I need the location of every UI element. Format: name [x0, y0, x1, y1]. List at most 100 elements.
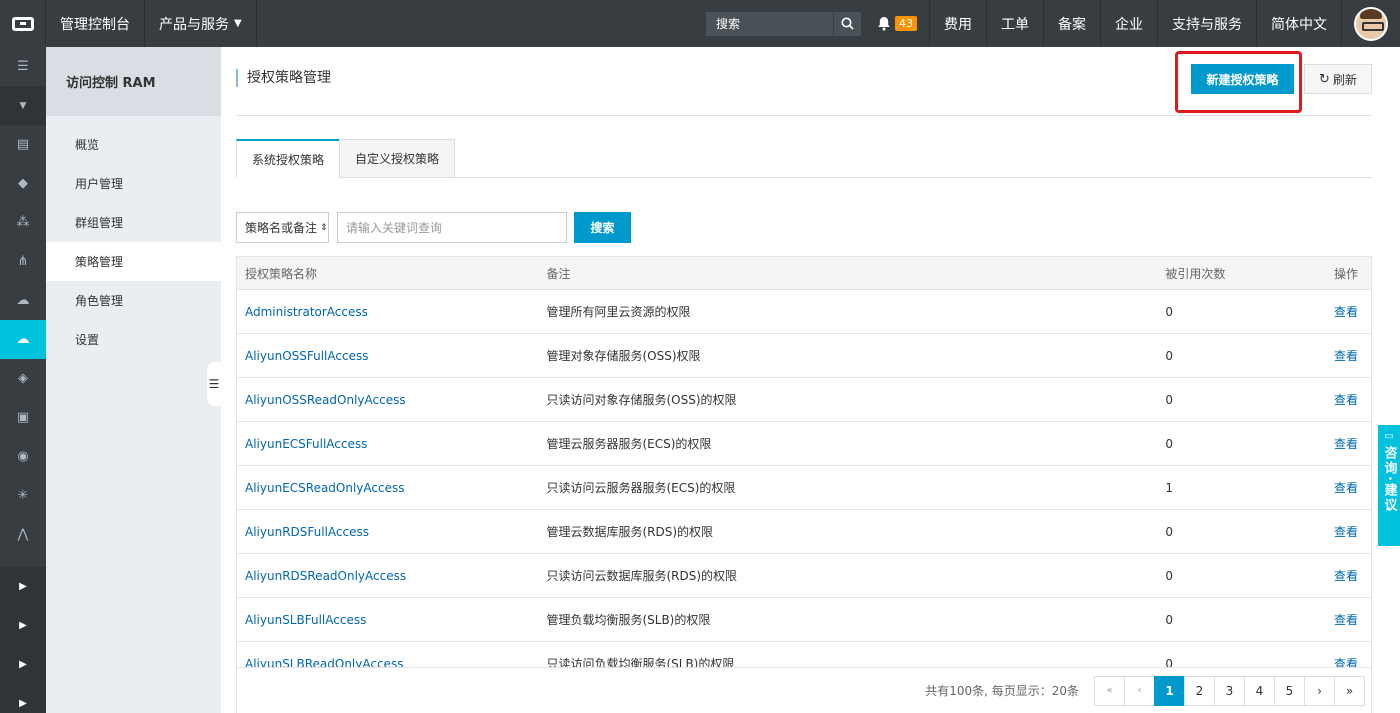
icon-rail: ☰ ▼ ▤ ◆ ⁂ ⋔ ☁ ☁ ◈ ▣ ◉ ✳ ⋀ ▶ ▶ ▶ ▶ — [0, 47, 46, 713]
search-field-select[interactable]: 策略名或备注 ⇕ — [236, 212, 329, 243]
nav-support[interactable]: 支持与服务 — [1158, 0, 1257, 47]
policy-name-link[interactable]: AdministratorAccess — [237, 305, 538, 319]
header-reference-count: 被引用次数 — [1165, 266, 1226, 281]
menu-toggle-icon[interactable]: ☰ — [0, 47, 46, 86]
nav-tickets[interactable]: 工单 — [987, 0, 1044, 47]
policy-note: 只读访问云数据库服务(RDS)的权限 — [546, 569, 738, 583]
server-icon[interactable]: ▤ — [0, 125, 46, 164]
bell-icon — [878, 17, 890, 31]
eye-icon[interactable]: ◉ — [0, 437, 46, 476]
view-link[interactable]: 查看 — [1296, 347, 1371, 364]
search-button[interactable]: 搜索 — [574, 212, 631, 243]
page-button[interactable]: 1 — [1154, 675, 1185, 706]
table-row: AliyunECSFullAccess 管理云服务器服务(ECS)的权限 0 查… — [237, 422, 1371, 466]
policy-count: 0 — [1165, 612, 1173, 627]
policy-count: 0 — [1165, 348, 1173, 363]
table-row: AliyunOSSReadOnlyAccess 只读访问对象存储服务(OSS)的… — [237, 378, 1371, 422]
policy-note: 管理对象存储服务(OSS)权限 — [546, 349, 701, 363]
search-icon[interactable] — [833, 11, 861, 36]
policy-name-link[interactable]: AliyunOSSFullAccess — [237, 349, 538, 363]
view-link[interactable]: 查看 — [1296, 567, 1371, 584]
page-button[interactable]: 4 — [1244, 675, 1275, 706]
cloud-ram-icon[interactable]: ☁ — [0, 320, 46, 359]
header-note: 备注 — [546, 266, 571, 281]
table-row: AliyunOSSFullAccess 管理对象存储服务(OSS)权限 0 查看 — [237, 334, 1371, 378]
view-link[interactable]: 查看 — [1296, 611, 1371, 628]
policy-name-link[interactable]: AliyunRDSReadOnlyAccess — [237, 569, 538, 583]
tab-system-policies[interactable]: 系统授权策略 — [236, 139, 341, 178]
aliyun-logo[interactable] — [0, 0, 46, 47]
tree-icon[interactable]: ⋀ — [0, 515, 46, 554]
policy-count: 0 — [1165, 436, 1173, 451]
policy-name-link[interactable]: AliyunRDSFullAccess — [237, 525, 538, 539]
avatar[interactable] — [1342, 0, 1400, 47]
consult-feedback-tab[interactable]: ▭ 咨询·建议 — [1378, 425, 1400, 546]
sidebar-item-roles[interactable]: 角色管理 — [46, 281, 221, 320]
chevron-right-icon[interactable]: ▶ — [0, 684, 46, 713]
consult-label: 咨询·建议 — [1381, 446, 1397, 513]
prev-page-button[interactable]: ‹ — [1124, 675, 1155, 706]
policy-count: 1 — [1165, 480, 1173, 495]
chip-icon[interactable]: ▣ — [0, 398, 46, 437]
highlight-annotation — [1175, 51, 1302, 113]
language-switch[interactable]: 简体中文 — [1257, 0, 1342, 47]
notifications[interactable]: 43 — [873, 0, 930, 47]
view-link[interactable]: 查看 — [1296, 391, 1371, 408]
policy-name-link[interactable]: AliyunECSReadOnlyAccess — [237, 481, 538, 495]
view-link[interactable]: 查看 — [1296, 303, 1371, 320]
top-bar: 管理控制台 产品与服务 ▼ 43 费用 工单 备案 企业 支持与服务 简体中文 — [0, 0, 1400, 47]
chevron-right-icon[interactable]: ▶ — [0, 645, 46, 684]
view-link[interactable]: 查看 — [1296, 479, 1371, 496]
nav-enterprise[interactable]: 企业 — [1101, 0, 1158, 47]
chevron-right-icon[interactable]: ▶ — [0, 567, 46, 606]
policy-name-link[interactable]: AliyunECSFullAccess — [237, 437, 538, 451]
refresh-button[interactable]: ↻ 刷新 — [1304, 64, 1372, 94]
sort-arrows-icon: ⇕ — [320, 222, 328, 233]
last-page-button[interactable]: » — [1334, 675, 1365, 706]
nav-icp[interactable]: 备案 — [1044, 0, 1101, 47]
global-search-input[interactable] — [706, 11, 833, 36]
network-icon[interactable]: ⁂ — [0, 203, 46, 242]
caret-down-icon: ▼ — [234, 18, 242, 29]
policy-table: 授权策略名称 备注 被引用次数 操作 AdministratorAccess 管… — [236, 256, 1372, 713]
sidebar-item-users[interactable]: 用户管理 — [46, 164, 221, 203]
sidebar-item-groups[interactable]: 群组管理 — [46, 203, 221, 242]
sidebar-item-settings[interactable]: 设置 — [46, 320, 221, 359]
products-menu-label: 产品与服务 — [159, 16, 229, 33]
pagination: « ‹ 1 2 3 4 5 › » — [1094, 675, 1365, 706]
chat-icon: ▭ — [1384, 431, 1394, 442]
policy-note: 管理负载均衡服务(SLB)的权限 — [546, 613, 711, 627]
nodes-icon[interactable]: ✳ — [0, 476, 46, 515]
policy-note: 管理所有阿里云资源的权限 — [546, 305, 691, 319]
global-search — [706, 11, 861, 36]
nav-billing[interactable]: 费用 — [930, 0, 987, 47]
policy-name-link[interactable]: AliyunOSSReadOnlyAccess — [237, 393, 538, 407]
layers-icon[interactable]: ◈ — [0, 359, 46, 398]
page-button[interactable]: 3 — [1214, 675, 1245, 706]
sidebar-title: 访问控制 RAM — [46, 47, 221, 116]
page-button[interactable]: 5 — [1274, 675, 1305, 706]
diamond-icon[interactable]: ◆ — [0, 164, 46, 203]
policy-note: 管理云服务器服务(ECS)的权限 — [546, 437, 712, 451]
tab-custom-policies[interactable]: 自定义授权策略 — [339, 139, 456, 178]
view-link[interactable]: 查看 — [1296, 435, 1371, 452]
chevron-right-icon[interactable]: ▶ — [0, 606, 46, 645]
header-actions: 操作 — [1334, 266, 1359, 281]
keyword-input[interactable] — [337, 212, 567, 243]
policy-count: 0 — [1165, 304, 1173, 319]
policy-count: 0 — [1165, 568, 1173, 583]
products-menu[interactable]: 产品与服务 ▼ — [145, 0, 257, 47]
first-page-button[interactable]: « — [1094, 675, 1125, 706]
cloud-icon[interactable]: ☁ — [0, 281, 46, 320]
console-link[interactable]: 管理控制台 — [46, 0, 145, 47]
next-page-button[interactable]: › — [1304, 675, 1335, 706]
share-icon[interactable]: ⋔ — [0, 242, 46, 281]
sidebar-collapse-icon[interactable]: ☰ — [207, 362, 221, 406]
sidebar-item-overview[interactable]: 概览 — [46, 125, 221, 164]
sidebar-item-policies[interactable]: 策略管理 — [46, 242, 221, 281]
page-button[interactable]: 2 — [1184, 675, 1215, 706]
table-row: AdministratorAccess 管理所有阿里云资源的权限 0 查看 — [237, 290, 1371, 334]
policy-name-link[interactable]: AliyunSLBFullAccess — [237, 613, 538, 627]
caret-down-icon[interactable]: ▼ — [0, 86, 46, 125]
view-link[interactable]: 查看 — [1296, 523, 1371, 540]
